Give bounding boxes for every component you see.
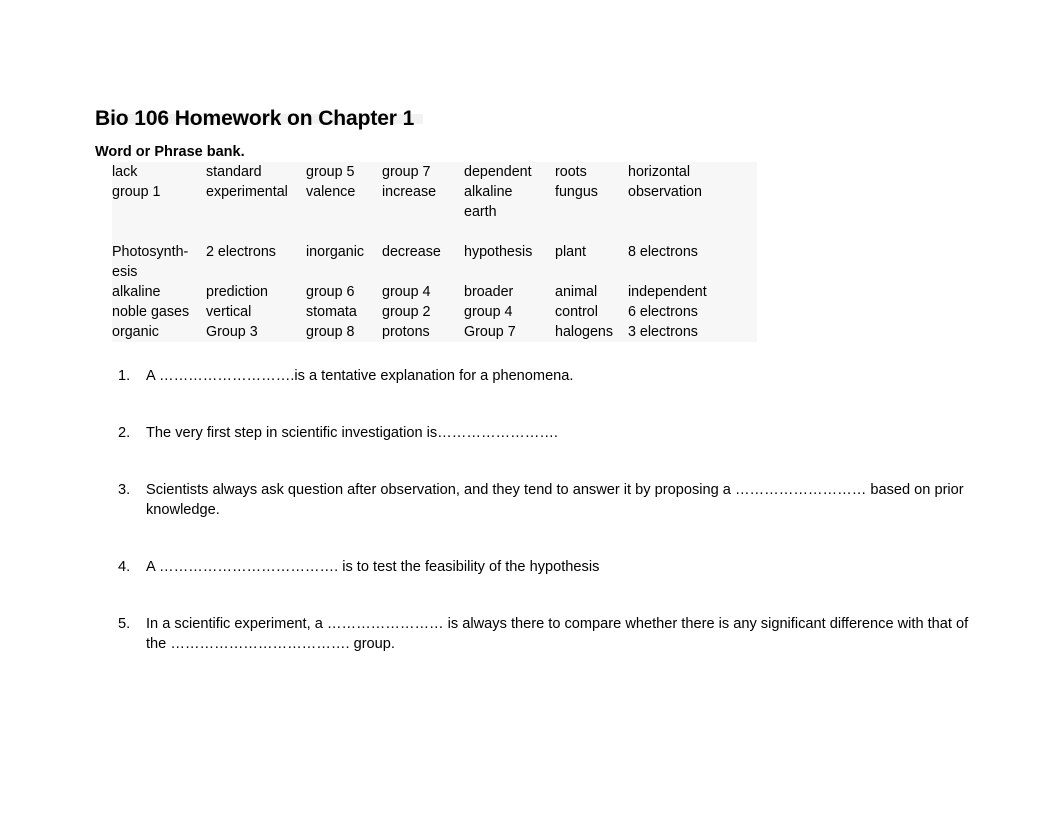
word-bank-cell: 3 electrons <box>628 324 698 340</box>
word-bank-cell: Group 7 <box>464 324 516 340</box>
word-bank-cell: Photosynth- esis <box>112 244 189 280</box>
word-bank-cell: broader <box>464 284 514 300</box>
question-number: 2. <box>118 425 131 441</box>
word-bank-cell: protons <box>382 324 430 340</box>
question-item: 1. A ……………………….is a tentative explanation… <box>118 366 978 386</box>
question-text: The very first step in scientific invest… <box>146 425 558 441</box>
word-bank-cell: dependent <box>464 164 532 180</box>
word-bank-cell-spacer <box>555 222 628 242</box>
question-number: 3. <box>118 482 131 498</box>
word-bank-cell: group 4 <box>464 304 513 320</box>
word-bank-cell-spacer <box>382 222 464 242</box>
question-item: 5. In a scientific experiment, a ……………………… <box>118 614 978 654</box>
word-bank-cell: 8 electrons <box>628 244 698 260</box>
word-bank-cell-spacer <box>306 222 382 242</box>
document-page: Bio 106 Homework on Chapter 1 Word or Ph… <box>0 0 1062 822</box>
word-bank-table: lack standard group 5 group 7 dependent roots… <box>112 162 757 342</box>
word-bank-cell: decrease <box>382 244 441 260</box>
word-bank-cell: group 1 <box>112 184 161 200</box>
question-number: 5. <box>118 616 131 632</box>
word-bank-row: group 1 experimental valence increase alkali… <box>112 182 757 222</box>
word-bank-cell: prediction <box>206 284 268 300</box>
word-bank-cell: plant <box>555 244 587 260</box>
word-bank-cell: noble gases <box>112 304 190 320</box>
word-bank-cell: valence <box>306 184 356 200</box>
word-bank-cell: animal <box>555 284 598 300</box>
word-bank-cell: lack <box>112 164 138 180</box>
word-bank-cell: standard <box>206 164 262 180</box>
word-bank-cell: independent <box>628 284 707 300</box>
word-bank-body: lack standard group 5 group 7 dependent roots… <box>112 162 757 342</box>
word-bank-cell-spacer <box>464 222 555 242</box>
word-bank-row-gap <box>112 222 757 242</box>
question-item: 4. A ………………………………. is to test the feasibi… <box>118 557 978 577</box>
word-bank-cell: vertical <box>206 304 252 320</box>
word-bank-cell: stomata <box>306 304 357 320</box>
word-bank-row: alkaline prediction group 6 group 4 broader a… <box>112 282 757 302</box>
word-bank-row: noble gases vertical stomata group 2 group 4… <box>112 302 757 322</box>
question-text: In a scientific experiment, a …………………… i… <box>146 616 969 652</box>
page-title: Bio 106 Homework on Chapter 1 <box>95 107 415 131</box>
word-bank-cell: Group 3 <box>206 324 258 340</box>
word-bank-cell: experimental <box>206 184 288 200</box>
word-bank-heading: Word or Phrase bank. <box>95 144 245 160</box>
word-bank-cell: roots <box>555 164 587 180</box>
word-bank-cell: alkaline <box>112 284 161 300</box>
word-bank-cell: group 7 <box>382 164 431 180</box>
word-bank-cell: observation <box>628 184 702 200</box>
word-bank-cell: horizontal <box>628 164 690 180</box>
question-text: Scientists always ask question after obs… <box>146 482 964 518</box>
question-item: 2. The very first step in scientific inve… <box>118 423 978 443</box>
word-bank-cell: alkaline earth <box>464 184 513 220</box>
word-bank-cell: organic <box>112 324 159 340</box>
word-bank-cell: hypothesis <box>464 244 533 260</box>
word-bank-cell-spacer <box>112 222 206 242</box>
word-bank-cell: 6 electrons <box>628 304 698 320</box>
word-bank-cell: halogens <box>555 324 614 340</box>
question-number: 4. <box>118 559 131 575</box>
question-item: 3. Scientists always ask question after o… <box>118 480 978 520</box>
word-bank-cell: group 8 <box>306 324 355 340</box>
word-bank-cell-spacer <box>628 222 757 242</box>
word-bank-cell: group 5 <box>306 164 355 180</box>
question-text: A ………………………………. is to test the feasibili… <box>146 559 600 575</box>
word-bank-row: organic Group 3 group 8 protons Group 7 halog… <box>112 322 757 342</box>
question-list: 1. A ……………………….is a tentative explanation… <box>118 366 978 691</box>
word-bank-cell: group 2 <box>382 304 431 320</box>
word-bank-cell: control <box>555 304 598 320</box>
question-number: 1. <box>118 368 131 384</box>
word-bank-cell: fungus <box>555 184 598 200</box>
word-bank-row: Photosynth- esis 2 electrons inorganic decr… <box>112 242 757 282</box>
word-bank-cell: 2 electrons <box>206 244 276 260</box>
word-bank-row: lack standard group 5 group 7 dependent roots… <box>112 162 757 182</box>
word-bank-cell: increase <box>382 184 437 200</box>
word-bank-cell: group 4 <box>382 284 431 300</box>
word-bank-cell: group 6 <box>306 284 355 300</box>
word-bank-cell-spacer <box>206 222 306 242</box>
question-text: A ……………………….is a tentative explanation f… <box>146 368 574 384</box>
word-bank-cell: inorganic <box>306 244 365 260</box>
